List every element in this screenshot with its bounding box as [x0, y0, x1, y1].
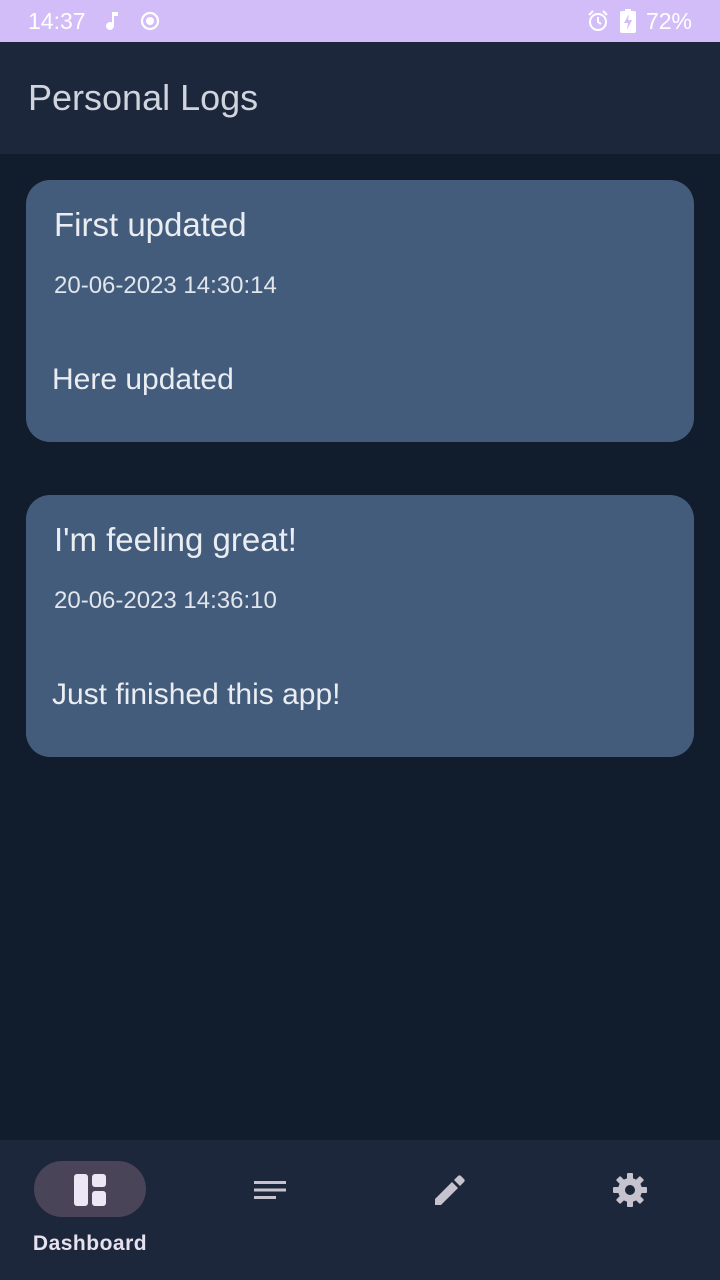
edit-icon — [432, 1172, 468, 1208]
log-body: Here updated — [52, 363, 234, 396]
nav-item-dashboard[interactable]: Dashboard — [0, 1140, 180, 1280]
battery-charging-icon — [619, 9, 636, 33]
record-icon — [140, 11, 160, 31]
nav-item-settings[interactable] — [540, 1140, 720, 1280]
log-title: First updated — [54, 206, 247, 243]
bottom-navigation: Dashboard — [0, 1140, 720, 1280]
log-body: Just finished this app! — [52, 678, 341, 711]
music-note-icon — [104, 10, 122, 32]
status-left: 14:37 — [28, 8, 160, 35]
log-title: I'm feeling great! — [54, 521, 297, 558]
dashboard-icon — [72, 1172, 108, 1208]
log-date: 20-06-2023 14:30:14 — [54, 272, 277, 299]
log-card[interactable]: I'm feeling great! 20-06-2023 14:36:10 J… — [26, 495, 694, 757]
status-right: 72% — [586, 8, 692, 35]
app-bar: Personal Logs — [0, 42, 720, 154]
battery-percent: 72% — [645, 7, 692, 34]
log-card[interactable]: First updated 20-06-2023 14:30:14 Here u… — [26, 180, 694, 442]
list-icon — [252, 1172, 288, 1208]
nav-label-dashboard: Dashboard — [32, 1232, 148, 1255]
status-time: 14:37 — [28, 7, 86, 34]
alarm-icon — [586, 9, 610, 33]
nav-item-list[interactable] — [180, 1140, 360, 1280]
settings-icon — [612, 1172, 648, 1208]
log-date: 20-06-2023 14:36:10 — [54, 587, 277, 614]
nav-item-edit[interactable] — [360, 1140, 540, 1280]
page-title: Personal Logs — [28, 77, 259, 118]
status-bar: 14:37 72% — [0, 0, 720, 42]
